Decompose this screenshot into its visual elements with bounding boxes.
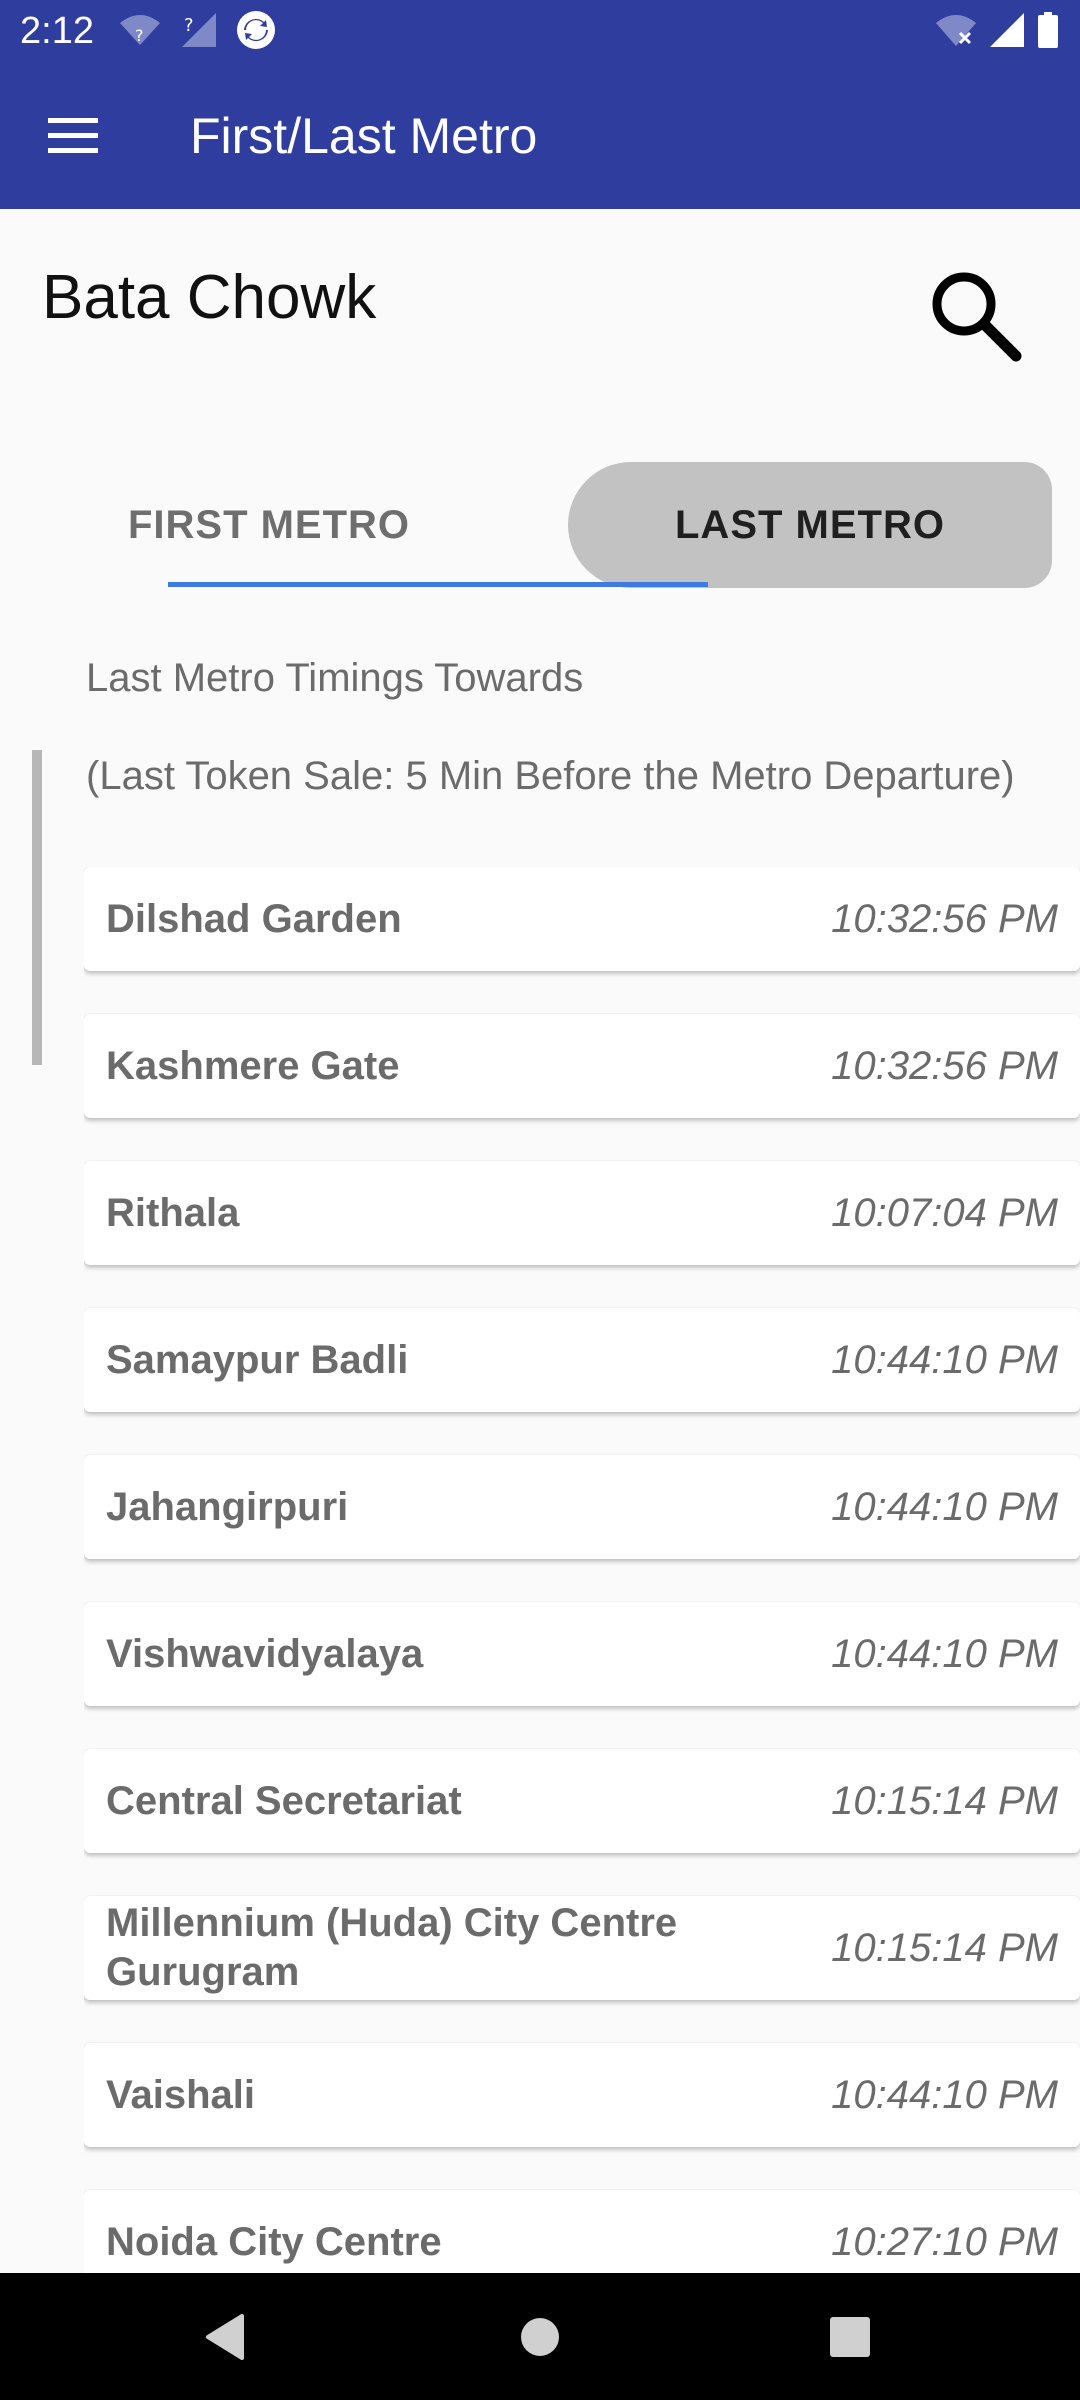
- home-circle-icon: [521, 2318, 559, 2356]
- list-item[interactable]: Dilshad Garden 10:32:56 PM: [84, 867, 1080, 971]
- destination-name: Rithala: [106, 1190, 240, 1235]
- svg-text:?: ?: [184, 15, 194, 36]
- destination-name: Samaypur Badli: [106, 1337, 409, 1382]
- battery-icon: [1038, 11, 1058, 53]
- departure-time: 10:27:10 PM: [831, 2219, 1058, 2264]
- tab-indicator: [168, 582, 708, 587]
- signal-unknown-icon: ?: [182, 12, 216, 52]
- recents-square-icon: [830, 2317, 870, 2357]
- svg-text:?: ?: [135, 26, 144, 45]
- departure-time: 10:44:10 PM: [831, 1337, 1058, 1382]
- destination-name: Vishwavidyalaya: [106, 1631, 424, 1676]
- home-button[interactable]: [504, 2301, 576, 2373]
- list-item[interactable]: Kashmere Gate 10:32:56 PM: [84, 1014, 1080, 1118]
- token-sale-note: (Last Token Sale: 5 Min Before the Metro…: [86, 754, 1015, 798]
- list-item[interactable]: Noida City Centre 10:27:10 PM: [84, 2190, 1080, 2273]
- list-item[interactable]: Central Secretariat 10:15:14 PM: [84, 1749, 1080, 1853]
- app-bar: First/Last Metro: [0, 63, 1080, 209]
- destination-name: Vaishali: [106, 2072, 255, 2117]
- status-time: 2:12: [20, 10, 94, 52]
- station-name: Bata Chowk: [42, 263, 377, 332]
- list-item[interactable]: Samaypur Badli 10:44:10 PM: [84, 1308, 1080, 1412]
- list-item[interactable]: Vishwavidyalaya 10:44:10 PM: [84, 1602, 1080, 1706]
- menu-button[interactable]: [28, 98, 118, 174]
- sync-icon: [236, 10, 276, 55]
- status-bar: 2:12 ? ?: [0, 0, 1080, 63]
- destination-name: Noida City Centre: [106, 2219, 442, 2264]
- destination-name: Millennium (Huda) City Centre Gurugram: [106, 1901, 678, 1994]
- list-item[interactable]: Rithala 10:07:04 PM: [84, 1161, 1080, 1265]
- timings-list[interactable]: Dilshad Garden 10:32:56 PM Kashmere Gate…: [84, 867, 1080, 2273]
- wifi-off-icon: [936, 13, 976, 52]
- list-item[interactable]: Millennium (Huda) City Centre Gurugram 1…: [84, 1896, 1080, 2000]
- departure-time: 10:07:04 PM: [831, 1190, 1058, 1235]
- departure-time: 10:44:10 PM: [831, 1484, 1058, 1529]
- search-icon: [932, 272, 1022, 362]
- destination-name: Jahangirpuri: [106, 1484, 349, 1529]
- system-nav-bar: [0, 2273, 1080, 2400]
- app-title: First/Last Metro: [190, 108, 538, 164]
- search-button[interactable]: [918, 258, 1030, 370]
- departure-time: 10:32:56 PM: [831, 1043, 1058, 1088]
- wifi-unknown-icon: ?: [118, 13, 162, 52]
- status-icons-left: ? ?: [118, 10, 276, 55]
- status-icons-right: [936, 11, 1058, 53]
- destination-name: Central Secretariat: [106, 1778, 462, 1823]
- departure-time: 10:44:10 PM: [831, 2072, 1058, 2117]
- timings-caption: Last Metro Timings Towards: [86, 656, 584, 700]
- hamburger-menu-icon: [48, 118, 98, 153]
- departure-time: 10:32:56 PM: [831, 896, 1058, 941]
- list-item[interactable]: Vaishali 10:44:10 PM: [84, 2043, 1080, 2147]
- recents-button[interactable]: [814, 2301, 886, 2373]
- destination-name: Kashmere Gate: [106, 1043, 400, 1088]
- back-triangle-icon: [206, 2314, 244, 2360]
- scrollbar[interactable]: [32, 750, 42, 1065]
- tab-first-metro[interactable]: FIRST METRO: [98, 462, 440, 588]
- departure-time: 10:15:14 PM: [831, 1925, 1058, 1970]
- tab-last-metro[interactable]: LAST METRO: [568, 462, 1052, 588]
- departure-time: 10:15:14 PM: [831, 1778, 1058, 1823]
- destination-name: Dilshad Garden: [106, 896, 402, 941]
- cell-signal-icon: [990, 12, 1024, 52]
- back-button[interactable]: [189, 2301, 261, 2373]
- departure-time: 10:44:10 PM: [831, 1631, 1058, 1676]
- list-item[interactable]: Jahangirpuri 10:44:10 PM: [84, 1455, 1080, 1559]
